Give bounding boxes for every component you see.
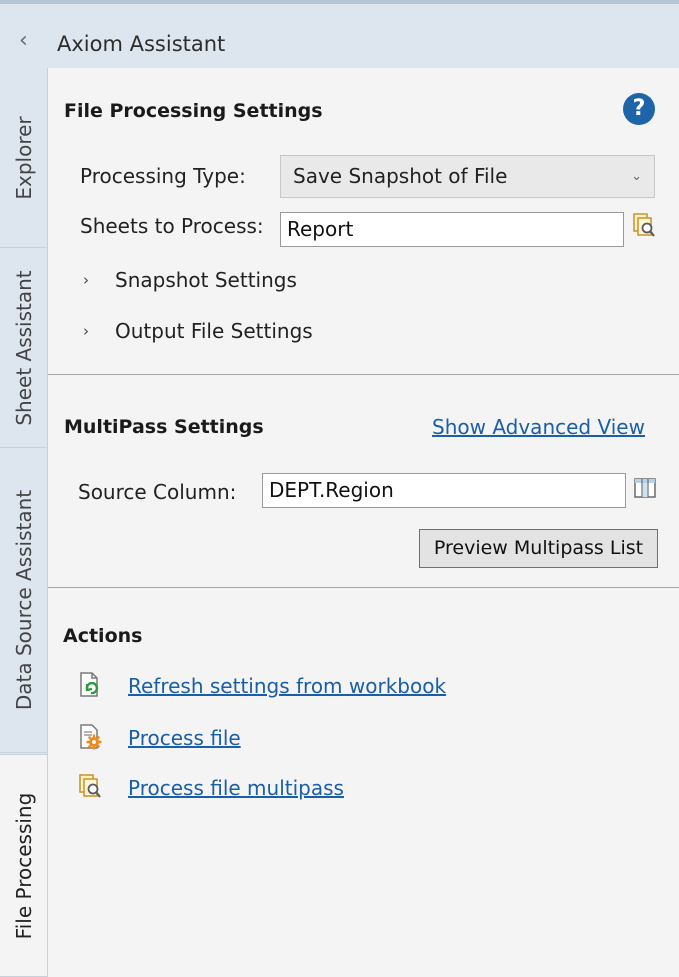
- file-processing-panel: File Processing Settings ? Processing Ty…: [47, 68, 679, 977]
- refresh-document-icon: [80, 672, 99, 697]
- output-file-settings-expander[interactable]: › Output File Settings: [83, 319, 313, 349]
- tab-file-processing-label: File Processing: [11, 792, 36, 939]
- show-advanced-view-link[interactable]: Show Advanced View: [432, 415, 645, 439]
- collapse-chevron-icon[interactable]: ‹: [19, 27, 41, 55]
- source-column-field[interactable]: DEPT.Region: [262, 473, 626, 508]
- processing-type-label: Processing Type:: [80, 164, 246, 188]
- multipass-documents-icon: [79, 774, 101, 798]
- section-divider: [48, 374, 679, 375]
- expand-arrow-icon: ›: [83, 322, 89, 340]
- tab-explorer[interactable]: Explorer: [0, 68, 47, 248]
- sheets-to-process-label: Sheets to Process:: [80, 214, 264, 238]
- output-file-settings-label: Output File Settings: [115, 319, 313, 343]
- source-column-label: Source Column:: [78, 480, 237, 504]
- process-document-icon: [80, 724, 102, 750]
- process-file-multipass-link[interactable]: Process file multipass: [128, 776, 344, 800]
- preview-multipass-list-button[interactable]: Preview Multipass List: [419, 529, 658, 568]
- section-divider: [48, 587, 679, 588]
- processing-type-value: Save Snapshot of File: [293, 164, 508, 188]
- help-icon[interactable]: ?: [623, 93, 655, 125]
- column-picker-icon[interactable]: [633, 476, 657, 500]
- snapshot-settings-label: Snapshot Settings: [115, 268, 297, 292]
- multipass-settings-title: MultiPass Settings: [64, 416, 264, 438]
- browse-sheets-icon[interactable]: [633, 212, 657, 240]
- tab-data-source-assistant-label: Data Source Assistant: [11, 489, 36, 711]
- sheets-to-process-field[interactable]: Report: [280, 212, 624, 247]
- refresh-settings-link[interactable]: Refresh settings from workbook: [128, 674, 446, 698]
- tab-sheet-assistant-label: Sheet Assistant: [11, 269, 36, 426]
- assistant-header: ‹ Axiom Assistant: [0, 0, 679, 78]
- processing-type-dropdown[interactable]: Save Snapshot of File ⌄: [280, 155, 655, 198]
- tab-explorer-label: Explorer: [11, 115, 36, 200]
- tab-sheet-assistant[interactable]: Sheet Assistant: [0, 248, 47, 448]
- process-file-link[interactable]: Process file: [128, 726, 241, 750]
- assistant-title: Axiom Assistant: [57, 32, 226, 56]
- side-tab-rail: Explorer Sheet Assistant Data Source Ass…: [0, 68, 47, 977]
- tab-data-source-assistant[interactable]: Data Source Assistant: [0, 448, 47, 753]
- expand-arrow-icon: ›: [83, 271, 89, 289]
- file-processing-settings-title: File Processing Settings: [64, 100, 323, 122]
- snapshot-settings-expander[interactable]: › Snapshot Settings: [83, 268, 297, 298]
- tab-file-processing[interactable]: File Processing: [0, 754, 47, 977]
- actions-title: Actions: [63, 625, 143, 647]
- chevron-down-icon: ⌄: [631, 169, 642, 184]
